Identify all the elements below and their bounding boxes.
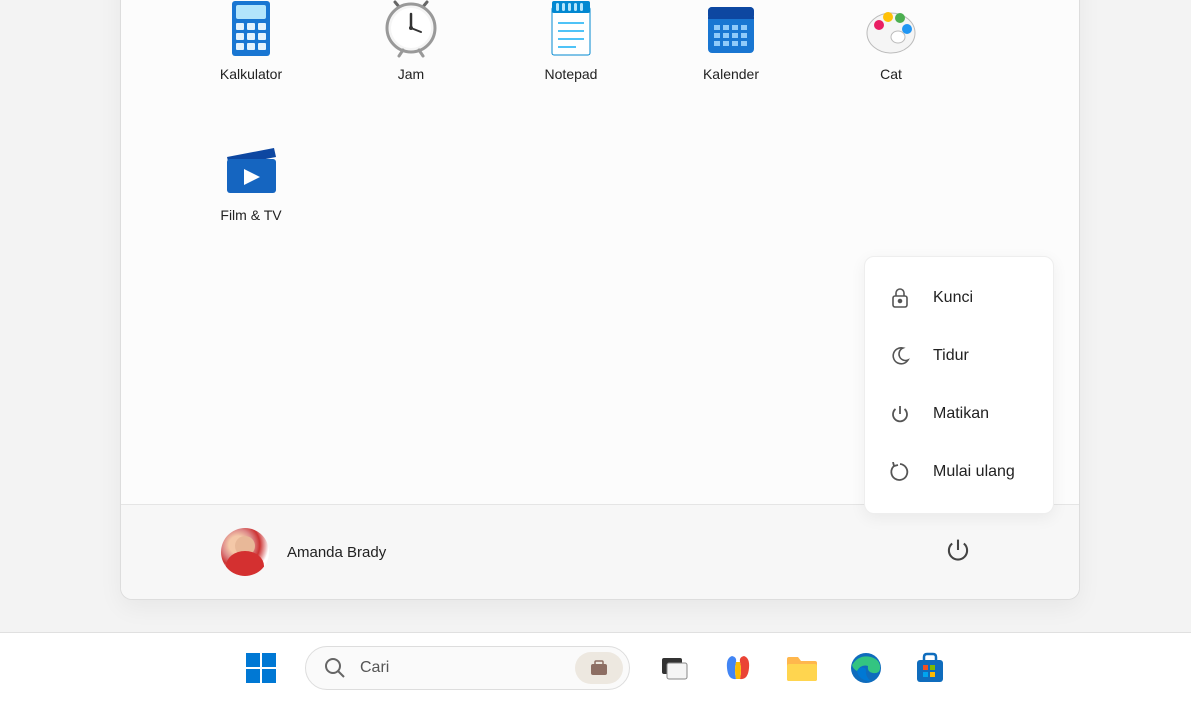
app-label: Cat (880, 66, 902, 82)
edge-button[interactable] (846, 648, 886, 688)
start-menu-footer: Amanda Brady (121, 504, 1079, 599)
task-view-button[interactable] (654, 648, 694, 688)
briefcase-icon (589, 659, 609, 677)
pinned-apps-grid: Kalkulator Jam (121, 0, 1079, 253)
app-label: Notepad (545, 66, 598, 82)
app-film-tv[interactable]: Film & TV (201, 142, 301, 223)
store-button[interactable] (910, 648, 950, 688)
start-menu: Kalkulator Jam (120, 0, 1080, 600)
moon-icon (889, 345, 911, 367)
search-highlight-pill[interactable] (575, 652, 623, 684)
user-account-button[interactable]: Amanda Brady (221, 528, 386, 576)
power-menu-label: Tidur (933, 347, 969, 365)
app-label: Kalkulator (220, 66, 282, 82)
user-avatar (221, 528, 269, 576)
app-kalender[interactable]: Kalender (681, 1, 781, 82)
power-menu-label: Matikan (933, 405, 989, 423)
start-button[interactable] (241, 648, 281, 688)
power-menu-label: Mulai ulang (933, 463, 1015, 481)
app-cat[interactable]: Cat (841, 1, 941, 82)
power-menu-shutdown[interactable]: Matikan (869, 385, 1049, 443)
user-name: Amanda Brady (287, 544, 386, 561)
power-icon (889, 403, 911, 425)
power-menu-sleep[interactable]: Tidur (869, 327, 1049, 385)
clock-icon (384, 1, 439, 56)
app-label: Jam (398, 66, 424, 82)
task-view-icon (659, 653, 689, 683)
app-notepad[interactable]: Notepad (521, 1, 621, 82)
power-menu: Kunci Tidur Matikan (864, 256, 1054, 514)
lock-icon (889, 287, 911, 309)
taskbar-search[interactable]: Cari (305, 646, 630, 690)
notepad-icon (544, 1, 599, 56)
store-icon (914, 652, 946, 684)
copilot-button[interactable] (718, 648, 758, 688)
power-menu-lock[interactable]: Kunci (869, 269, 1049, 327)
edge-icon (849, 651, 883, 685)
app-label: Kalender (703, 66, 759, 82)
file-explorer-button[interactable] (782, 648, 822, 688)
calculator-icon (224, 1, 279, 56)
power-menu-label: Kunci (933, 289, 973, 307)
paint-icon (864, 1, 919, 56)
power-menu-restart[interactable]: Mulai ulang (869, 443, 1049, 501)
copilot-icon (722, 652, 754, 684)
search-icon (324, 657, 346, 679)
calendar-icon (704, 1, 759, 56)
restart-icon (889, 461, 911, 483)
search-placeholder: Cari (360, 659, 561, 677)
taskbar: Cari (0, 632, 1191, 702)
app-kalkulator[interactable]: Kalkulator (201, 1, 301, 82)
windows-icon (244, 651, 278, 685)
app-label: Film & TV (220, 207, 281, 223)
power-button[interactable] (937, 529, 979, 576)
film-icon (224, 142, 279, 197)
app-jam[interactable]: Jam (361, 1, 461, 82)
folder-icon (785, 653, 819, 683)
